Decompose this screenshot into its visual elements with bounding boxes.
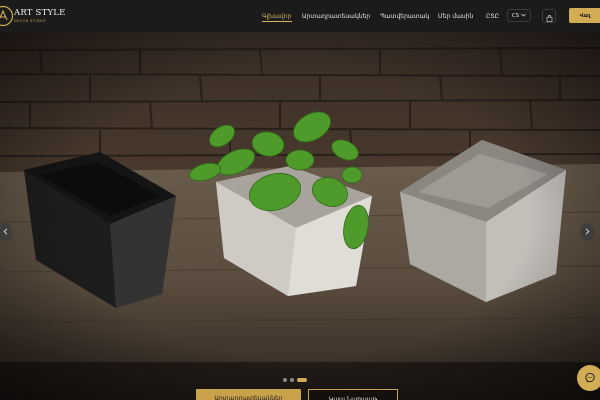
page: ART STYLE DECOR STUDIO Գլխավոր Արտադրատե… xyxy=(0,0,600,400)
slider-pagination xyxy=(283,378,307,382)
contact-cta-button[interactable]: Կապ Նարաաթ xyxy=(308,389,398,400)
brand-logo[interactable]: ART STYLE DECOR STUDIO xyxy=(0,5,66,27)
nav-active-underline xyxy=(262,21,292,22)
language-current: CS xyxy=(511,12,520,19)
slider-dot[interactable] xyxy=(290,378,294,382)
brand-title: ART STYLE xyxy=(14,8,66,18)
slider-next-button[interactable] xyxy=(580,223,594,241)
site-header: ART STYLE DECOR STUDIO Գլխավոր Արտադրատե… xyxy=(0,0,600,32)
login-button[interactable]: Վալ xyxy=(569,8,600,23)
brand-subtitle: DECOR STUDIO xyxy=(14,18,46,23)
nav-item-order[interactable]: Պատվերատակ xyxy=(380,13,429,20)
brand-text: ART STYLE DECOR STUDIO xyxy=(14,9,66,23)
shopping-bag-icon xyxy=(546,7,553,26)
chat-bubble-icon xyxy=(584,369,596,388)
nav-item-products[interactable]: Արտադրատեսակներ xyxy=(302,13,370,20)
chevron-left-icon xyxy=(3,227,8,237)
chevron-right-icon xyxy=(585,227,590,237)
logo-emblem-icon xyxy=(0,5,14,27)
language-selector[interactable]: CS xyxy=(507,9,531,22)
cart-button[interactable] xyxy=(542,9,556,23)
slider-dot[interactable] xyxy=(283,378,287,382)
chat-button[interactable] xyxy=(577,365,600,391)
hero-slider xyxy=(0,32,600,400)
chevron-down-icon xyxy=(521,13,526,19)
nav-item-faq[interactable]: ԸՏԸ xyxy=(486,13,499,20)
nav-item-home[interactable]: Գլխավոր xyxy=(262,13,291,20)
products-cta-button[interactable]: Արտադրատեսակներ xyxy=(196,389,301,400)
hero-image xyxy=(0,32,600,400)
slider-dot-active[interactable] xyxy=(297,378,307,382)
nav-item-about[interactable]: Մեր մասին xyxy=(438,13,473,20)
